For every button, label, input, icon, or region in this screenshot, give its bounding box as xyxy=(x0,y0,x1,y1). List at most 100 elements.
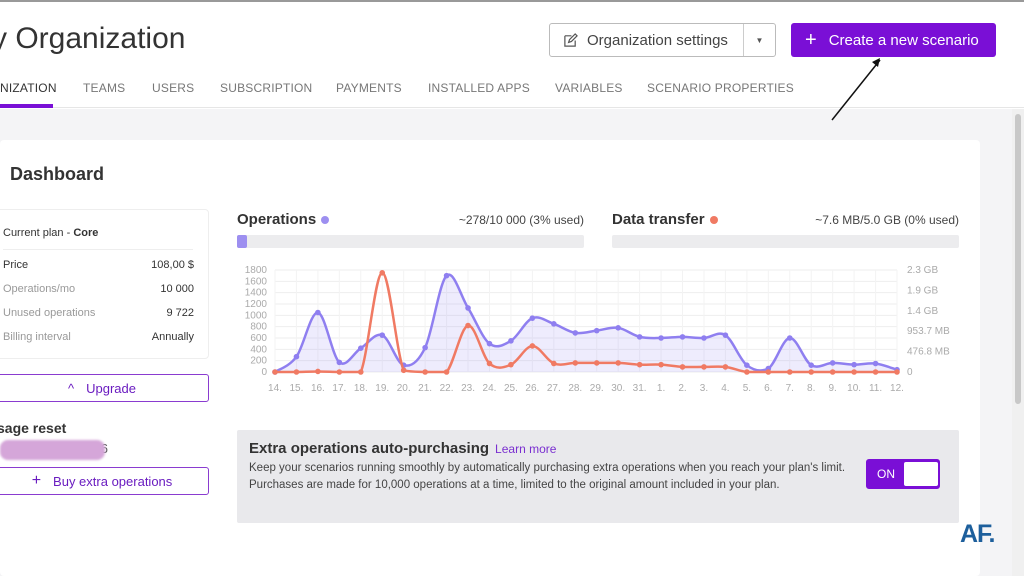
operations-usage: ~278/10 000 (3% used) xyxy=(458,213,584,227)
tab-subscription[interactable]: SUBSCRIPTION xyxy=(220,81,312,95)
tab-payments[interactable]: PAYMENTS xyxy=(336,81,402,95)
operations-progress-fill xyxy=(237,235,248,248)
data-transfer-point xyxy=(851,369,857,375)
active-tab-indicator xyxy=(0,104,53,108)
x-tick-label: 26. xyxy=(525,383,539,394)
operations-point xyxy=(293,353,300,360)
plus-icon: + xyxy=(805,28,817,51)
data-transfer-point xyxy=(658,361,664,368)
left-tick-label: 1000 xyxy=(245,310,268,321)
row-label: Price xyxy=(3,259,29,271)
left-tick-label: 1400 xyxy=(245,288,268,299)
data-transfer-point xyxy=(722,364,729,370)
x-tick-label: 17. xyxy=(332,383,346,394)
operations-point xyxy=(465,305,471,311)
data-transfer-point xyxy=(486,360,493,367)
organization-settings-main[interactable]: Organization settings xyxy=(550,24,744,56)
data-transfer-point xyxy=(829,369,836,375)
x-tick-label: 14. xyxy=(268,383,282,394)
row-label: Unused operations xyxy=(3,307,96,319)
operations-point xyxy=(679,334,686,340)
dropdown-caret-icon[interactable]: ▼ xyxy=(744,36,775,45)
data-transfer-point xyxy=(572,360,579,366)
left-tick-label: 800 xyxy=(250,322,267,333)
tab-variables[interactable]: VARIABLES xyxy=(555,81,623,95)
current-plan-label: Current plan - xyxy=(3,227,74,239)
x-tick-label: 25. xyxy=(504,383,518,394)
buy-extra-label: Buy extra operations xyxy=(53,473,173,489)
upgrade-button[interactable]: ^ Upgrade xyxy=(0,374,209,402)
data-transfer-progress xyxy=(612,235,959,248)
auto-purchase-toggle[interactable]: ON xyxy=(866,459,940,489)
dashboard-title: Dashboard xyxy=(10,164,105,184)
operations-legend-dot xyxy=(321,215,330,224)
operations-title: Operations xyxy=(237,211,330,228)
data-transfer-point xyxy=(293,369,300,375)
operations-point xyxy=(636,334,643,340)
tab-organization[interactable]: NIZATION xyxy=(0,81,57,95)
data-transfer-usage: ~7.6 MB/5.0 GB (0% used) xyxy=(815,213,959,227)
data-transfer-point xyxy=(679,364,686,370)
x-tick-label: 4. xyxy=(721,383,729,394)
divider xyxy=(3,249,193,250)
data-transfer-point xyxy=(443,369,450,375)
data-transfer-label: Data transfer xyxy=(612,211,705,228)
operations-point xyxy=(529,315,536,321)
top-border xyxy=(0,0,1024,2)
x-tick-label: 1. xyxy=(657,383,665,394)
auto-purchase-heading: Extra operations auto-purchasing xyxy=(249,440,490,457)
organization-settings-button[interactable]: Organization settings ▼ xyxy=(549,23,776,57)
learn-more-link[interactable]: Learn more xyxy=(495,442,556,456)
scrollbar-thumb[interactable] xyxy=(1015,114,1021,404)
data-transfer-point xyxy=(336,369,343,375)
auto-purchase-title: Extra operations auto-purchasing Learn mo… xyxy=(249,440,556,457)
right-tick-label: 476.8 MB xyxy=(907,347,950,358)
row-value: Annually xyxy=(151,331,194,343)
operations-point xyxy=(851,361,857,368)
current-plan: Current plan - Core xyxy=(3,227,98,239)
x-tick-label: 5. xyxy=(743,383,751,394)
redacted-overlay xyxy=(0,440,105,460)
scrollbar[interactable] xyxy=(1012,109,1024,576)
x-tick-label: 23. xyxy=(461,383,475,394)
plus-icon: + xyxy=(31,472,42,489)
tab-installed-apps[interactable]: INSTALLED APPS xyxy=(428,81,530,95)
tab-users[interactable]: USERS xyxy=(152,81,194,95)
plan-row-operations: Operations/mo 10 000 xyxy=(3,283,194,295)
x-tick-label: 29. xyxy=(590,383,604,394)
operations-point xyxy=(615,325,621,331)
x-tick-label: 11. xyxy=(869,383,882,394)
right-tick-label: 1.4 GB xyxy=(907,306,938,317)
operations-label: Operations xyxy=(237,211,317,228)
page-title: y Organization xyxy=(0,22,186,55)
watermark-logo: AF. xyxy=(960,520,995,548)
operations-point xyxy=(336,359,343,366)
current-plan-name: Core xyxy=(73,227,99,239)
tab-teams[interactable]: TEAMS xyxy=(83,81,125,95)
right-tick-label: 2.3 GB xyxy=(907,265,938,276)
x-tick-label: 18. xyxy=(354,383,368,394)
data-transfer-point xyxy=(508,361,514,368)
x-tick-label: 27. xyxy=(547,383,561,394)
row-value: 9 722 xyxy=(166,307,194,319)
usage-reset-title: sage reset xyxy=(0,420,67,436)
data-transfer-point xyxy=(786,369,793,375)
operations-point xyxy=(829,360,836,366)
tab-bar: NIZATION TEAMS USERS SUBSCRIPTION PAYMEN… xyxy=(0,80,1024,108)
tab-scenario-properties[interactable]: SCENARIO PROPERTIES xyxy=(647,81,794,95)
operations-progress xyxy=(237,235,584,248)
left-tick-label: 0 xyxy=(261,367,267,378)
data-transfer-point xyxy=(744,369,750,375)
left-tick-label: 200 xyxy=(250,356,267,367)
x-tick-label: 24. xyxy=(483,383,497,394)
buy-extra-operations-button[interactable]: + Buy extra operations xyxy=(0,467,209,495)
right-tick-label: 0 xyxy=(907,367,913,378)
operations-point xyxy=(508,338,514,344)
create-scenario-button[interactable]: + Create a new scenario xyxy=(791,23,996,57)
x-tick-label: 9. xyxy=(828,383,836,394)
x-tick-label: 10. xyxy=(847,383,861,394)
operations-point xyxy=(379,332,386,338)
operations-point xyxy=(551,321,557,327)
data-transfer-point xyxy=(894,369,900,375)
operations-point xyxy=(722,332,729,338)
